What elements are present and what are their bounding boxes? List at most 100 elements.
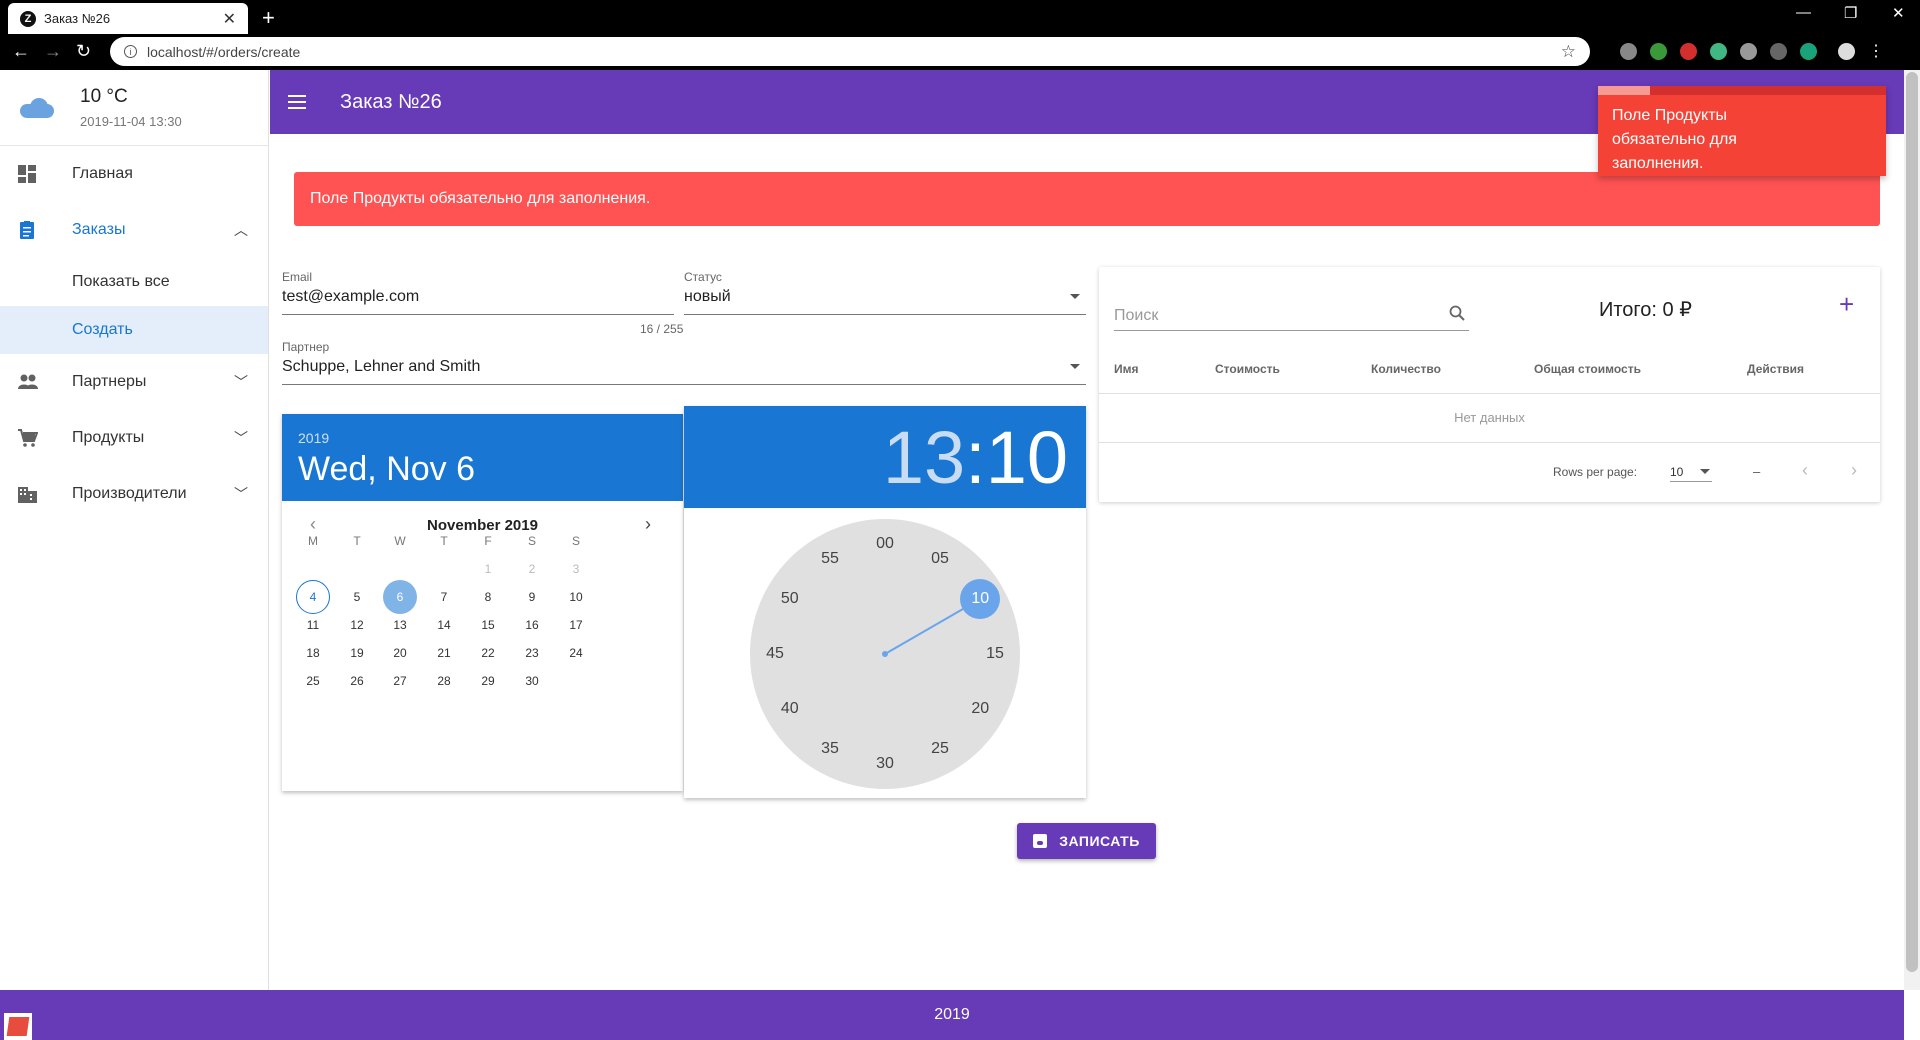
time-hour[interactable]: 13 — [883, 415, 965, 500]
clock-selected-minute[interactable]: 10 — [960, 579, 1001, 619]
clock-minute[interactable]: 50 — [775, 589, 805, 609]
extension-icon[interactable] — [1770, 43, 1787, 60]
app-logo-icon[interactable] — [4, 1013, 32, 1040]
menu-icon[interactable] — [288, 95, 306, 109]
sidebar-item-label: Продукты — [72, 429, 145, 446]
scrollbar-thumb[interactable] — [1906, 72, 1918, 972]
vue-devtools-icon[interactable] — [1710, 43, 1727, 60]
clock-minute[interactable]: 00 — [870, 534, 900, 554]
sidebar-item-orders[interactable]: Заказы ︿ — [0, 202, 268, 258]
cart-icon — [18, 429, 38, 447]
browser-tab[interactable]: Z Заказ №26 ✕ — [8, 3, 248, 34]
sidebar-item-create[interactable]: Создать — [0, 306, 268, 354]
weather-datetime: 2019-11-04 13:30 — [80, 114, 182, 129]
extension-icon[interactable] — [1680, 43, 1697, 60]
clock-minute[interactable]: 30 — [870, 754, 900, 774]
profile-avatar[interactable] — [1838, 43, 1855, 60]
search-input[interactable]: Поиск — [1114, 301, 1469, 331]
column-header-quantity[interactable]: Количество — [1371, 362, 1441, 376]
column-header-actions: Действия — [1747, 362, 1805, 376]
column-header-name[interactable]: Имя — [1114, 362, 1139, 376]
divider — [1099, 393, 1880, 394]
building-icon — [18, 487, 37, 503]
status-select[interactable]: Статус новый — [684, 270, 1086, 315]
chevron-down-icon[interactable]: ﹀ — [234, 484, 248, 504]
clock-minute[interactable]: 25 — [925, 739, 955, 759]
chevron-up-icon[interactable]: ︿ — [234, 220, 248, 240]
address-bar[interactable]: i localhost/#/orders/create ☆ — [110, 37, 1590, 66]
calendar-day[interactable]: 26 — [340, 664, 374, 698]
clock-minute[interactable]: 55 — [815, 549, 845, 569]
toast-progress-bar — [1598, 86, 1650, 95]
sidebar-item-manufacturers[interactable]: Производители ﹀ — [0, 466, 268, 522]
clock-minute[interactable]: 40 — [775, 699, 805, 719]
partner-value: Schuppe, Lehner and Smith — [282, 358, 481, 375]
calendar-day[interactable]: 30 — [515, 664, 549, 698]
dropdown-arrow-icon — [1070, 364, 1080, 369]
rows-per-page-label: Rows per page: — [1553, 465, 1638, 479]
save-icon — [1033, 834, 1048, 848]
sidebar-item-label: Показать все — [72, 273, 170, 290]
cloud-icon — [20, 97, 54, 118]
clock-minute[interactable]: 20 — [965, 699, 995, 719]
save-label: ЗАПИСАТЬ — [1059, 833, 1140, 849]
partner-select[interactable]: Партнер Schuppe, Lehner and Smith — [282, 340, 1086, 385]
extension-icon[interactable] — [1620, 43, 1637, 60]
calendar-day[interactable]: 29 — [471, 664, 505, 698]
next-page-icon[interactable]: › — [1851, 460, 1857, 481]
error-alert: Поле Продукты обязательно для заполнения… — [294, 172, 1880, 226]
clock-face[interactable]: 00 05 10 15 20 25 30 35 40 45 50 55 — [750, 519, 1020, 789]
save-button[interactable]: ЗАПИСАТЬ — [1017, 823, 1156, 859]
calendar-day[interactable]: 28 — [427, 664, 461, 698]
calendar-day[interactable]: 25 — [296, 664, 330, 698]
column-header-total[interactable]: Общая стоимость — [1534, 362, 1641, 376]
calendar-day[interactable]: 27 — [383, 664, 417, 698]
extension-icon[interactable] — [1740, 43, 1757, 60]
email-label: Email — [282, 270, 313, 284]
url-text: localhost/#/orders/create — [147, 43, 301, 60]
toast-message: Поле Продукты обязательно для заполнения… — [1612, 107, 1737, 172]
pagination-range: – — [1753, 464, 1761, 479]
dropdown-arrow-icon — [1070, 294, 1080, 299]
browser-titlebar: Z Заказ №26 ✕ + — ❐ ✕ — [0, 0, 1920, 34]
search-icon[interactable] — [1449, 305, 1465, 321]
extensions-bar: ⋮ — [1620, 43, 1884, 60]
prev-page-icon[interactable]: ‹ — [1802, 460, 1808, 481]
email-counter: 16 / 255 — [640, 322, 684, 336]
restore-icon[interactable]: ❐ — [1844, 4, 1857, 22]
new-tab-button[interactable]: + — [262, 5, 275, 31]
sidebar-item-label: Производители — [72, 485, 187, 502]
products-card: Поиск Итого: 0 ₽ + Имя Стоимость Количес… — [1099, 267, 1880, 502]
browser-toolbar: ← → ↻ i localhost/#/orders/create ☆ ⋮ — [0, 34, 1920, 70]
clock-minute[interactable]: 05 — [925, 549, 955, 569]
sidebar-item-partners[interactable]: Партнеры ﹀ — [0, 354, 268, 410]
error-toast[interactable]: Поле Продукты обязательно для заполнения… — [1598, 86, 1886, 176]
chevron-down-icon[interactable]: ﹀ — [234, 372, 248, 392]
forward-icon[interactable]: → — [44, 41, 62, 62]
rows-per-page-select[interactable]: 10 — [1670, 460, 1712, 482]
no-data-text: Нет данных — [1454, 410, 1525, 425]
menu-dots-icon[interactable]: ⋮ — [1868, 43, 1884, 60]
add-product-button[interactable]: + — [1839, 289, 1854, 320]
extension-icon[interactable] — [1800, 43, 1817, 60]
date-picker-date[interactable]: Wed, Nov 6 — [298, 450, 667, 489]
email-field[interactable]: Email test@example.com — [282, 270, 674, 315]
minimize-icon[interactable]: — — [1796, 4, 1811, 21]
close-tab-icon[interactable]: ✕ — [223, 9, 236, 29]
info-icon[interactable]: i — [124, 45, 137, 58]
clock-minute[interactable]: 15 — [980, 644, 1010, 664]
reload-icon[interactable]: ↻ — [76, 41, 91, 62]
back-icon[interactable]: ← — [12, 41, 30, 62]
chevron-down-icon[interactable]: ﹀ — [234, 428, 248, 448]
sidebar-item-home[interactable]: Главная — [0, 146, 268, 202]
sidebar-item-products[interactable]: Продукты ﹀ — [0, 410, 268, 466]
bookmark-star-icon[interactable]: ☆ — [1561, 42, 1576, 62]
clock-minute[interactable]: 35 — [815, 739, 845, 759]
sidebar-item-show-all[interactable]: Показать все — [0, 258, 268, 306]
clock-minute[interactable]: 45 — [760, 644, 790, 664]
column-header-price[interactable]: Стоимость — [1215, 362, 1280, 376]
date-picker-year[interactable]: 2019 — [298, 430, 667, 446]
extension-icon[interactable] — [1650, 43, 1667, 60]
close-window-icon[interactable]: ✕ — [1892, 4, 1905, 22]
time-minute[interactable]: 10 — [986, 415, 1068, 500]
